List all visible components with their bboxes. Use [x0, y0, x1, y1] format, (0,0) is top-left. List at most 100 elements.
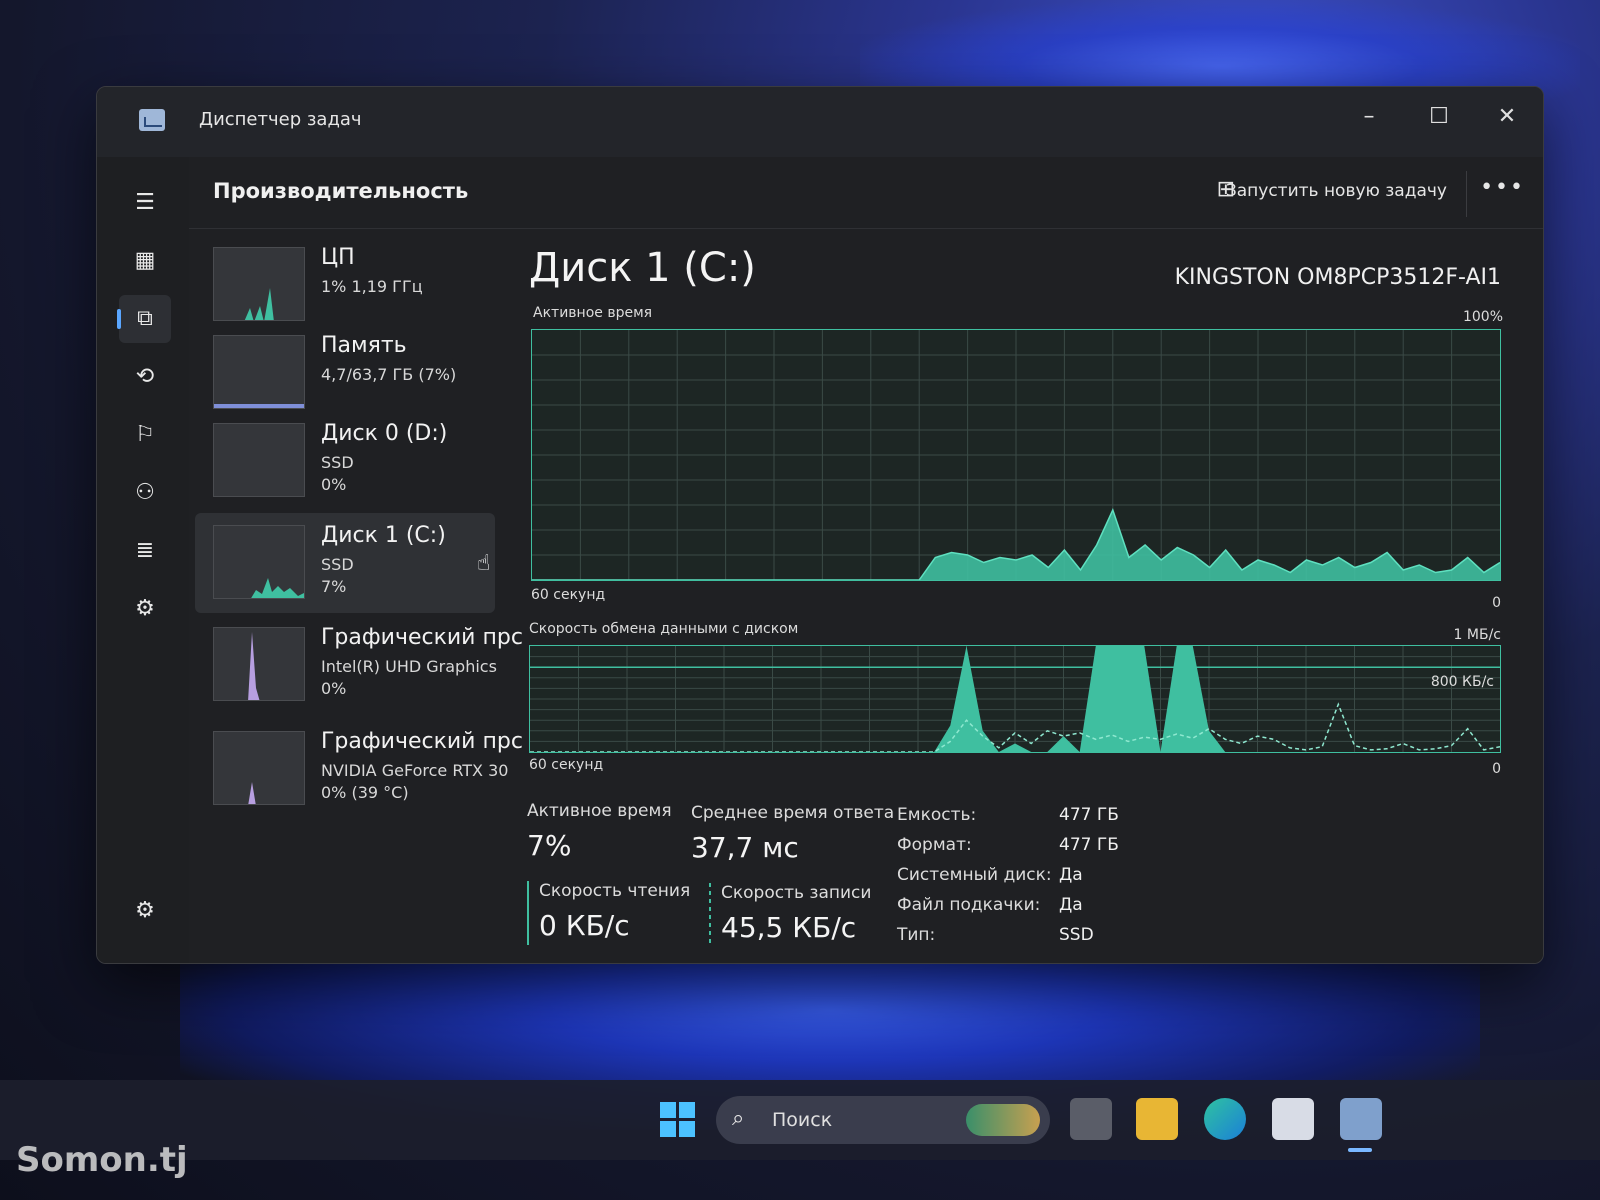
close-button[interactable]: ✕ [1477, 97, 1537, 137]
page-file-value: Да [1059, 895, 1083, 915]
edge-browser-icon[interactable] [1204, 1098, 1246, 1140]
disk-0-thumbnail [213, 423, 305, 497]
active-app-indicator [1348, 1148, 1372, 1152]
active-time-chart-duration: 60 секунд [531, 587, 606, 603]
taskbar: ⌕ Поиск [0, 1080, 1600, 1160]
active-time-value: 7% [527, 829, 572, 862]
task-manager-taskbar-icon[interactable] [1340, 1098, 1382, 1140]
hand-cursor-icon: ☝ [477, 551, 491, 576]
device-item-gpu-1[interactable]: Графический прс NVIDIA GeForce RTX 30 0%… [195, 719, 523, 819]
device-usage: 0% [321, 475, 347, 494]
windows-logo-tile [679, 1121, 695, 1137]
windows-logo-tile [679, 1102, 695, 1118]
device-type: SSD [321, 453, 354, 472]
cpu-thumbnail [213, 247, 305, 321]
system-disk-label: Системный диск: [897, 865, 1052, 885]
device-item-memory[interactable]: Память 4,7/63,7 ГБ (7%) [195, 323, 495, 423]
page-file-label: Файл подкачки: [897, 895, 1041, 915]
device-name: Графический прс [321, 625, 523, 650]
processes-icon[interactable]: ▦ [119, 237, 171, 285]
disk-0-thumbnail-graph [214, 424, 305, 497]
active-time-chart-label: Активное время [533, 305, 653, 321]
disk-1-thumbnail-graph [251, 578, 304, 598]
active-time-chart-min: 0 [1492, 595, 1501, 611]
response-time-label: Среднее время ответа [691, 803, 895, 823]
device-name: Графический прс [321, 729, 523, 754]
memory-thumbnail [213, 335, 305, 409]
windows-logo-tile [660, 1102, 676, 1118]
write-speed-label: Скорость записи [721, 883, 872, 903]
write-speed-value: 45,5 КБ/с [721, 911, 857, 944]
type-value: SSD [1059, 925, 1094, 945]
taskbar-search-box[interactable]: ⌕ Поиск [716, 1096, 1050, 1144]
performance-icon[interactable]: ⧉ [117, 295, 171, 343]
active-time-label: Активное время [527, 801, 672, 821]
hamburger-menu-icon[interactable]: ☰ [119, 179, 171, 227]
title-bar[interactable]: Диспетчер задач – ☐ ✕ [97, 87, 1543, 157]
transfer-chart-duration: 60 секунд [529, 757, 604, 773]
device-name: ЦП [321, 245, 355, 270]
device-type: SSD [321, 555, 354, 574]
search-placeholder: Поиск [772, 1109, 833, 1131]
services-icon[interactable]: ⚙ [119, 585, 171, 633]
device-item-gpu-0[interactable]: Графический прс Intel(R) UHD Graphics 0% [195, 615, 523, 715]
gpu-1-thumbnail-graph [248, 782, 256, 804]
watermark: Somon.tj [16, 1140, 188, 1180]
users-icon[interactable]: ⚇ [119, 469, 171, 517]
start-button[interactable] [660, 1102, 696, 1138]
gpu-1-thumbnail [213, 731, 305, 805]
task-manager-app-icon [139, 109, 165, 131]
format-label: Формат: [897, 835, 972, 855]
device-name: Диск 0 (D:) [321, 421, 448, 446]
gpu-0-thumbnail [213, 627, 305, 701]
transfer-chart-min: 0 [1492, 761, 1501, 777]
device-detail: 4,7/63,7 ГБ (7%) [321, 365, 457, 384]
read-speed-label: Скорость чтения [539, 881, 691, 901]
more-options-button[interactable]: ••• [1480, 175, 1525, 200]
disk-model: KINGSTON OM8PCP3512F-AI1 [1174, 265, 1501, 290]
capacity-label: Емкость: [897, 805, 977, 825]
microsoft-store-icon[interactable] [1272, 1098, 1314, 1140]
startup-apps-icon[interactable]: ⚐ [119, 411, 171, 459]
active-time-chart-svg [532, 330, 1500, 580]
capacity-value: 477 ГБ [1059, 805, 1119, 825]
content-area: Производительность ⊞ Запустить новую зад… [189, 157, 1543, 963]
run-new-task-button[interactable]: Запустить новую задачу [1226, 181, 1447, 201]
format-value: 477 ГБ [1059, 835, 1119, 855]
header-divider [1466, 171, 1467, 217]
search-highlight-image [966, 1104, 1040, 1136]
transfer-chart-svg [530, 646, 1500, 752]
page-header: Производительность ⊞ Запустить новую зад… [189, 157, 1543, 229]
task-view-icon[interactable] [1070, 1098, 1112, 1140]
device-detail: 1% 1,19 ГГц [321, 277, 423, 296]
disk-title: Диск 1 (C:) [529, 245, 756, 291]
gpu-0-thumbnail-graph [248, 632, 260, 700]
system-disk-value: Да [1059, 865, 1083, 885]
minimize-button[interactable]: – [1339, 97, 1399, 137]
windows-logo-tile [660, 1121, 676, 1137]
type-label: Тип: [897, 925, 936, 945]
device-list: ЦП 1% 1,19 ГГц Память 4,7/63,7 ГБ (7%) Д… [189, 233, 523, 963]
file-explorer-icon[interactable] [1136, 1098, 1178, 1140]
transfer-chart: 800 КБ/с [529, 645, 1501, 753]
device-item-cpu[interactable]: ЦП 1% 1,19 ГГц [195, 235, 495, 335]
search-icon: ⌕ [732, 1106, 745, 1131]
disk-1-thumbnail [213, 525, 305, 599]
disk-detail-panel: Диск 1 (C:) KINGSTON OM8PCP3512F-AI1 Акт… [519, 241, 1515, 963]
write-speed-indicator [709, 883, 711, 947]
app-history-icon[interactable]: ⟲ [119, 353, 171, 401]
transfer-chart-max: 1 МБ/с [1453, 627, 1501, 643]
device-model: NVIDIA GeForce RTX 30 [321, 761, 509, 780]
page-title: Производительность [213, 179, 469, 203]
settings-icon[interactable]: ⚙ [119, 887, 171, 935]
device-usage: 0% [321, 679, 347, 698]
device-name: Память [321, 333, 407, 358]
device-item-disk-1[interactable]: Диск 1 (C:) SSD 7% ☝ [195, 513, 495, 613]
device-item-disk-0[interactable]: Диск 0 (D:) SSD 0% [195, 411, 495, 511]
nav-rail: ☰ ▦ ⧉ ⟲ ⚐ ⚇ ≣ ⚙ ⚙ [97, 157, 189, 963]
details-icon[interactable]: ≣ [119, 527, 171, 575]
device-usage: 7% [321, 577, 347, 596]
memory-thumbnail-graph [214, 404, 304, 408]
maximize-button[interactable]: ☐ [1409, 97, 1469, 137]
transfer-chart-label: Скорость обмена данными с диском [529, 621, 799, 637]
